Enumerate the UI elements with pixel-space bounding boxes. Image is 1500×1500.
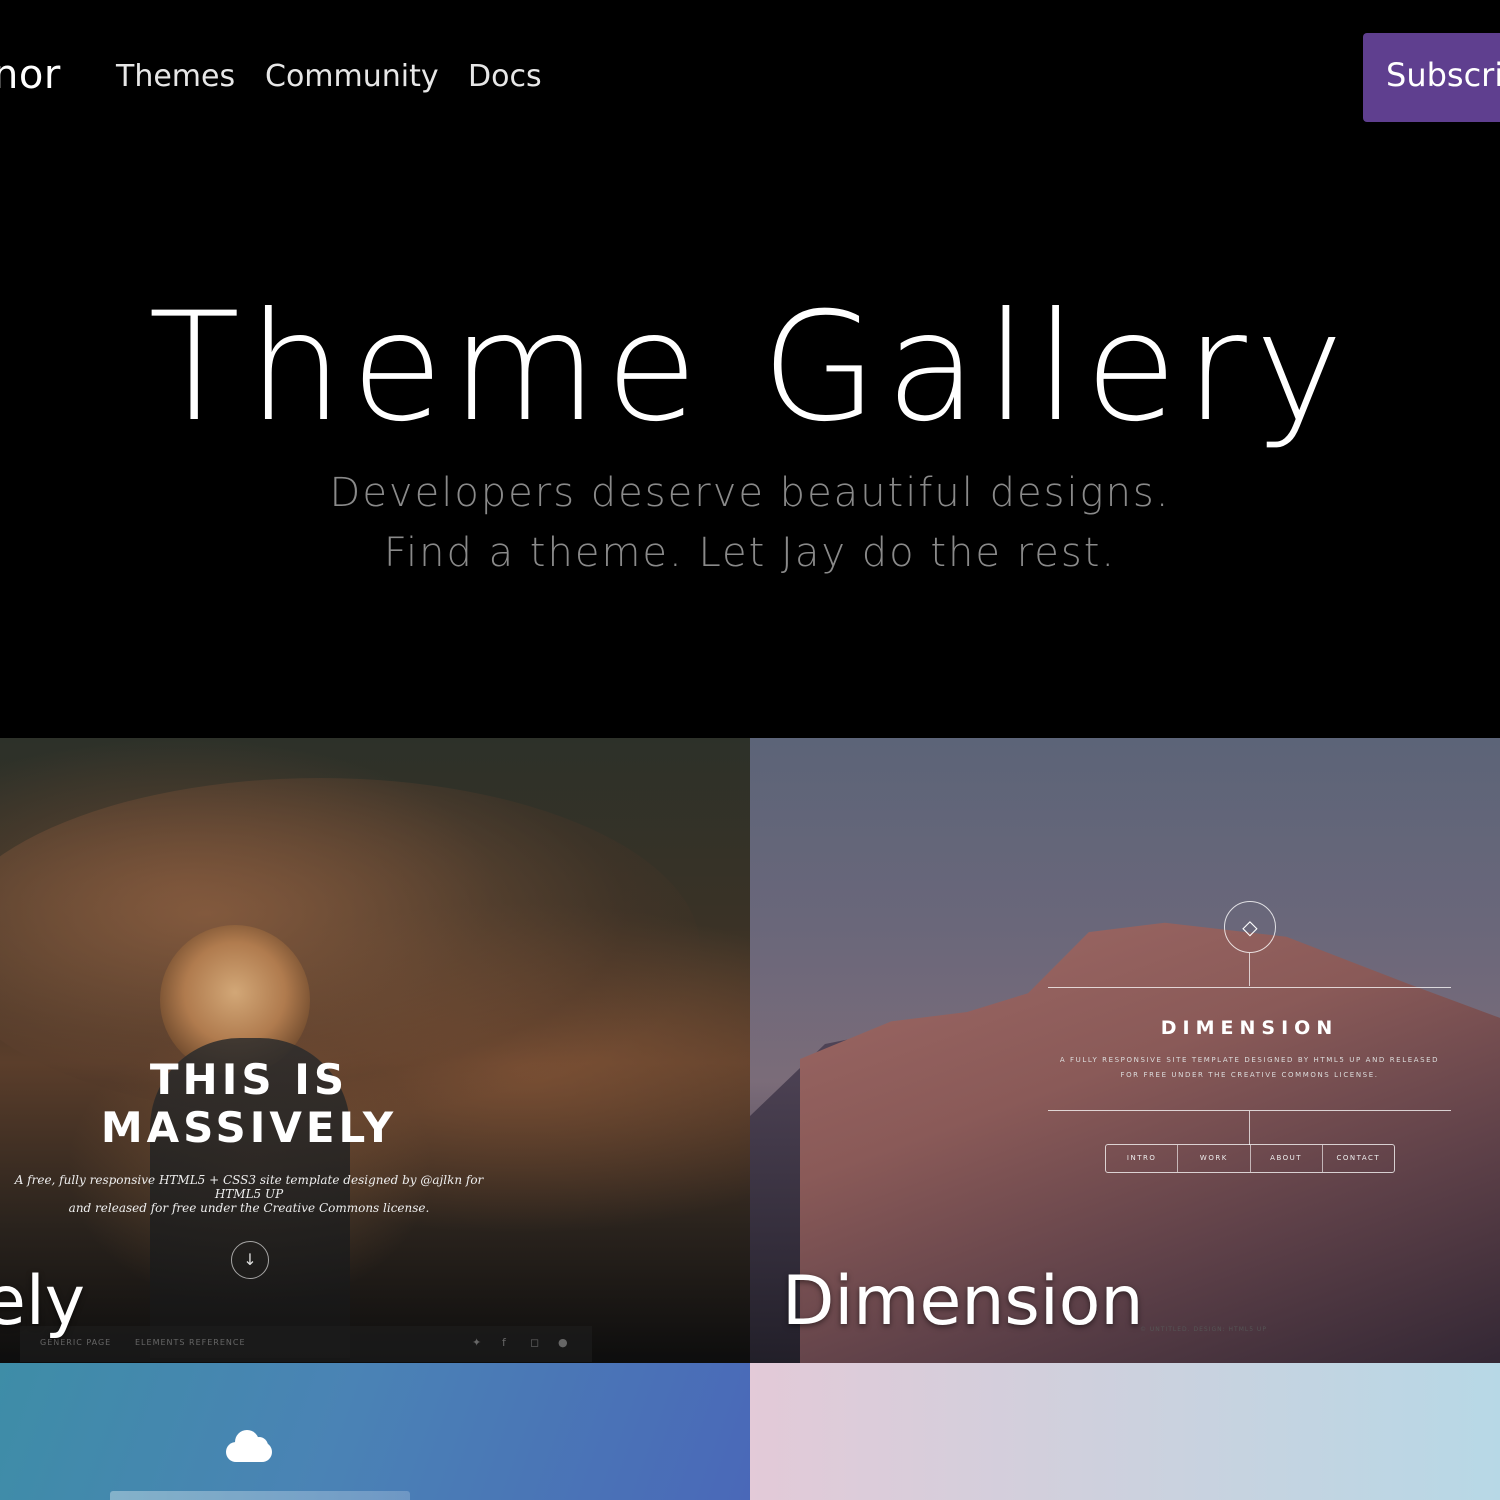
preview-nav: INTRO WORK ABOUT CONTACT (1105, 1144, 1395, 1173)
theme-card-caption: Dimension (782, 1262, 1144, 1341)
facebook-icon: f (502, 1336, 507, 1349)
preview-credit: © UNTITLED. DESIGN: HTML5 UP (1140, 1326, 1267, 1333)
theme-card-cloud[interactable] (0, 1363, 750, 1500)
theme-card-massively[interactable]: THIS IS MASSIVELY A free, fully responsi… (0, 738, 750, 1363)
top-nav: anor Themes Community Docs Subscribe (0, 0, 1500, 155)
preview-title: DIMENSION (1160, 1017, 1339, 1039)
theme-card-caption: ely (0, 1262, 85, 1341)
theme-card-pastel[interactable] (750, 1363, 1500, 1500)
subscribe-button[interactable]: Subscribe (1363, 33, 1500, 122)
cloud-icon (222, 1427, 276, 1467)
diamond-icon: ◇ (1224, 901, 1276, 953)
preview-title-line1: THIS IS (149, 1055, 349, 1104)
hero-subtitle-line1: Developers deserve beautiful designs. (329, 470, 1171, 516)
preview-nav-contact: CONTACT (1336, 1154, 1381, 1162)
brand-logo[interactable]: anor (0, 52, 61, 98)
preview-description-line2: and released for free under the Creative… (68, 1201, 430, 1215)
page: anor Themes Community Docs Subscribe The… (0, 0, 1500, 1500)
preview-footer-bar: GENERIC PAGE ELEMENTS REFERENCE ✦ f ◻ ● (20, 1326, 592, 1362)
github-icon: ● (558, 1336, 569, 1349)
nav-link-community[interactable]: Community (265, 59, 439, 94)
preview-description-line1: A free, fully responsive HTML5 + CSS3 si… (14, 1173, 484, 1201)
preview-description-line2: FOR FREE UNDER THE CREATIVE COMMONS LICE… (1120, 1071, 1379, 1079)
nav-link-docs[interactable]: Docs (468, 59, 542, 94)
preview-nav-work: WORK (1178, 1145, 1251, 1172)
twitter-icon: ✦ (472, 1336, 483, 1349)
preview-divider (1249, 953, 1250, 986)
preview-divider (1048, 987, 1451, 988)
preview-nav-intro: INTRO (1106, 1145, 1179, 1172)
arrow-down-icon: ↓ (231, 1241, 269, 1279)
preview-nav-about: ABOUT (1251, 1145, 1323, 1172)
preview-footer-item2: ELEMENTS REFERENCE (135, 1338, 246, 1347)
preview-divider (1249, 1111, 1250, 1145)
preview-description-line1: A FULLY RESPONSIVE SITE TEMPLATE DESIGNE… (1059, 1056, 1440, 1064)
preview-title-line2: MASSIVELY (100, 1103, 398, 1152)
theme-card-dimension[interactable]: ◇ DIMENSION A FULLY RESPONSIVE SITE TEMP… (750, 738, 1500, 1363)
hero-title: Theme Gallery (148, 281, 1352, 455)
hero-subtitle-line2: Find a theme. Let Jay do the rest. (383, 530, 1117, 576)
preview-text-cutoff (110, 1491, 410, 1500)
instagram-icon: ◻ (530, 1336, 541, 1349)
nav-link-themes[interactable]: Themes (116, 59, 235, 94)
